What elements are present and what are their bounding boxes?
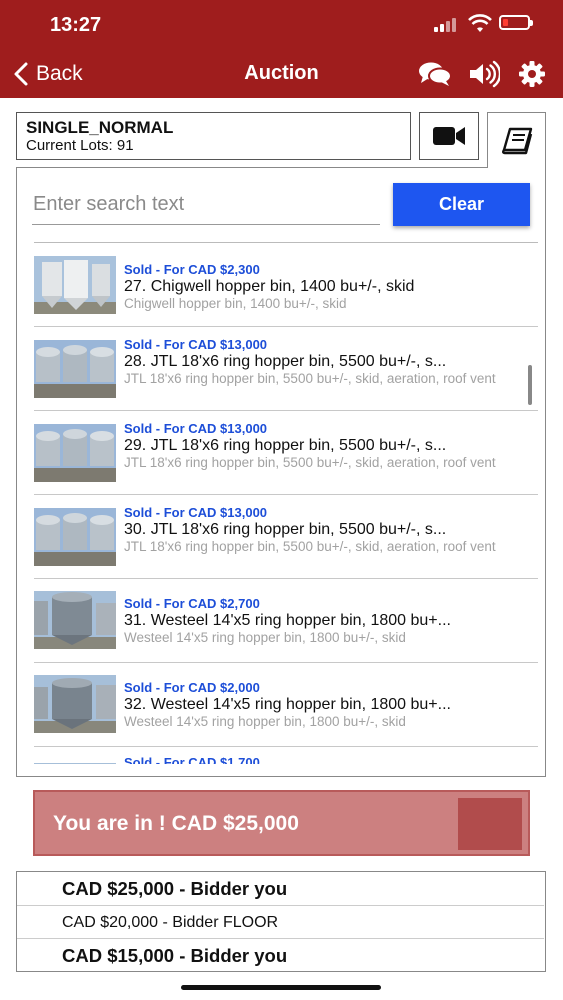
lot-list-item[interactable]: Sold - For CAD $2,700 31. Westeel 14'x5 … [34, 579, 538, 663]
bid-action-button[interactable] [458, 798, 522, 850]
lot-description: Chigwell hopper bin, 1400 bu+/-, skid [124, 296, 347, 311]
lot-title: 30. JTL 18'x6 ring hopper bin, 5500 bu+/… [124, 521, 447, 538]
status-bar: 13:27 [0, 0, 563, 50]
lot-list[interactable]: Sold - For CAD $2,300 27. Chigwell hoppe… [34, 242, 538, 764]
gear-icon[interactable] [518, 60, 546, 88]
list-scrollbar[interactable] [528, 365, 532, 405]
lot-list-item[interactable]: Sold - For CAD $2,000 32. Westeel 14'x5 … [34, 663, 538, 747]
lot-sold-status: Sold - For CAD $2,700 [124, 596, 260, 611]
lot-sold-status: Sold - For CAD $13,000 [124, 505, 268, 520]
catalog-panel: Clear Sold - For CAD $2,300 27. Chigwell… [16, 167, 546, 777]
wifi-icon [468, 14, 492, 32]
back-label: Back [36, 62, 83, 85]
lot-thumbnail [34, 675, 116, 733]
catalog-tab-button[interactable] [487, 112, 546, 168]
clear-button[interactable]: Clear [393, 183, 530, 226]
lot-title: 27. Chigwell hopper bin, 1400 bu+/-, ski… [124, 278, 415, 295]
speaker-icon[interactable] [468, 60, 500, 88]
lot-description: JTL 18'x6 ring hopper bin, 5500 bu+/-, s… [124, 455, 496, 470]
home-indicator[interactable] [181, 985, 381, 990]
nav-bar: Back Auction [0, 50, 563, 98]
video-camera-icon [433, 127, 465, 145]
bid-status-banner[interactable]: You are in ! CAD $25,000 [33, 790, 530, 856]
lot-description: Westeel 14'x5 ring hopper bin, 1800 bu+/… [124, 630, 406, 645]
bid-status-text: You are in ! CAD $25,000 [53, 812, 299, 835]
back-button[interactable]: Back [12, 60, 83, 88]
lot-sold-status: Sold - For CAD $13,000 [124, 421, 268, 436]
auction-name: SINGLE_NORMAL [26, 118, 174, 137]
app-header: 13:27 Back Auction [0, 0, 563, 98]
lot-list-item[interactable]: Sold - For CAD $13,000 29. JTL 18'x6 rin… [34, 411, 538, 495]
book-icon [501, 127, 532, 154]
lot-thumbnail [34, 591, 116, 649]
bid-history-row: CAD $20,000 - Bidder FLOOR [62, 913, 279, 931]
status-time: 13:27 [50, 14, 102, 36]
lot-list-item[interactable]: Sold - For CAD $13,000 28. JTL 18'x6 rin… [34, 327, 538, 411]
chat-icon[interactable] [417, 60, 453, 88]
bid-history-row: CAD $25,000 - Bidder you [62, 877, 288, 899]
lot-list-item[interactable]: Sold - For CAD $1,700 [34, 747, 538, 764]
battery-icon [499, 15, 533, 30]
search-input[interactable] [32, 185, 380, 225]
bid-history-row: CAD $15,000 - Bidder you [62, 944, 288, 966]
lot-title: 28. JTL 18'x6 ring hopper bin, 5500 bu+/… [124, 353, 447, 370]
lot-sold-status: Sold - For CAD $1,700 [124, 755, 260, 764]
lot-description: Westeel 14'x5 ring hopper bin, 1800 bu+/… [124, 714, 406, 729]
lot-thumbnail [34, 760, 116, 764]
lot-title: 31. Westeel 14'x5 ring hopper bin, 1800 … [124, 612, 451, 629]
bid-history: CAD $25,000 - Bidder you CAD $20,000 - B… [16, 871, 546, 972]
lot-title: 32. Westeel 14'x5 ring hopper bin, 1800 … [124, 696, 451, 713]
lot-thumbnail [34, 256, 116, 314]
lot-sold-status: Sold - For CAD $13,000 [124, 337, 268, 352]
lot-sold-status: Sold - For CAD $2,300 [124, 262, 260, 277]
lot-title: 29. JTL 18'x6 ring hopper bin, 5500 bu+/… [124, 437, 447, 454]
chevron-left-icon [14, 62, 28, 86]
lot-description: JTL 18'x6 ring hopper bin, 5500 bu+/-, s… [124, 539, 496, 554]
lot-thumbnail [34, 508, 116, 566]
auction-info-box: SINGLE_NORMAL Current Lots: 91 [16, 112, 411, 160]
lot-list-item[interactable]: Sold - For CAD $13,000 30. JTL 18'x6 rin… [34, 495, 538, 579]
lot-thumbnail [34, 424, 116, 482]
signal-icon [434, 18, 460, 32]
current-lots-count: Current Lots: 91 [26, 137, 134, 154]
video-button[interactable] [419, 112, 479, 160]
lot-thumbnail [34, 340, 116, 398]
lot-description: JTL 18'x6 ring hopper bin, 5500 bu+/-, s… [124, 371, 496, 386]
lot-sold-status: Sold - For CAD $2,000 [124, 680, 260, 695]
lot-list-item[interactable]: Sold - For CAD $2,300 27. Chigwell hoppe… [34, 243, 538, 327]
